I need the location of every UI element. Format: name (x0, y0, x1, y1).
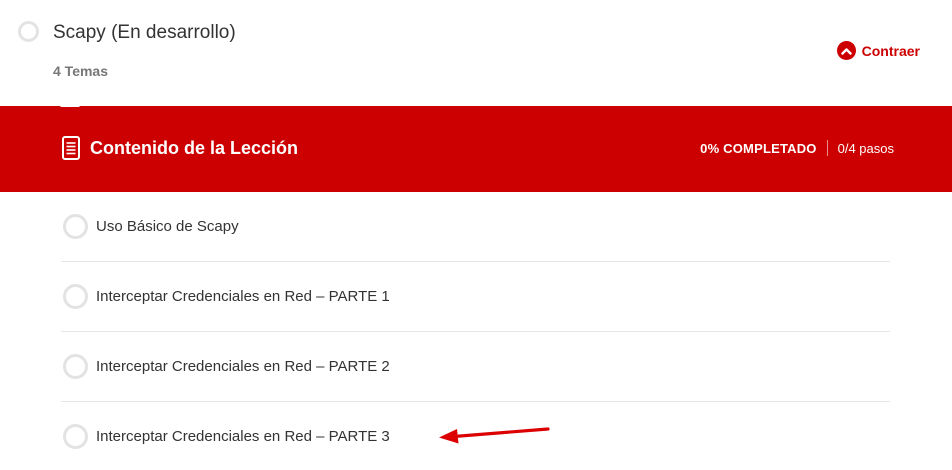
progress-divider (826, 140, 828, 156)
collapse-label: Contraer (861, 42, 920, 59)
progress-summary: 0% COMPLETADO 0/4 pasos (700, 140, 894, 156)
circle-outline-icon[interactable] (18, 21, 39, 42)
arrow-left-icon (439, 427, 550, 444)
bar-notch (60, 97, 80, 107)
topic-item[interactable]: Interceptar Credenciales en Red – PARTE … (61, 262, 890, 332)
topic-label[interactable]: Interceptar Credenciales en Red – PARTE … (96, 358, 390, 375)
lesson-content-bar: Contenido de la Lección 0% COMPLETADO 0/… (0, 97, 952, 192)
topic-label[interactable]: Interceptar Credenciales en Red – PARTE … (96, 428, 390, 445)
topic-label[interactable]: Interceptar Credenciales en Red – PARTE … (96, 288, 390, 305)
topic-label[interactable]: Uso Básico de Scapy (96, 218, 239, 235)
content-title: Contenido de la Lección (90, 138, 299, 158)
progress-steps: 0/4 pasos (837, 140, 894, 156)
lesson-title[interactable]: Scapy (En desarrollo) (53, 22, 236, 44)
document-icon (61, 135, 81, 161)
circle-outline-icon[interactable] (63, 424, 88, 449)
lesson-header: Scapy (En desarrollo) 4 Temas Contraer (0, 0, 952, 106)
topic-item[interactable]: Interceptar Credenciales en Red – PARTE … (61, 332, 890, 402)
circle-outline-icon[interactable] (63, 214, 88, 239)
chevron-up-icon (836, 41, 856, 60)
progress-percent: 0% COMPLETADO (700, 140, 817, 156)
collapse-button[interactable]: Contraer (836, 41, 920, 60)
topic-item[interactable]: Uso Básico de Scapy (61, 192, 890, 262)
circle-outline-icon[interactable] (63, 284, 88, 309)
lesson-page: Scapy (En desarrollo) 4 Temas Contraer C… (0, 0, 952, 470)
circle-outline-icon[interactable] (63, 354, 88, 379)
topics-count: 4 Temas (53, 63, 108, 79)
